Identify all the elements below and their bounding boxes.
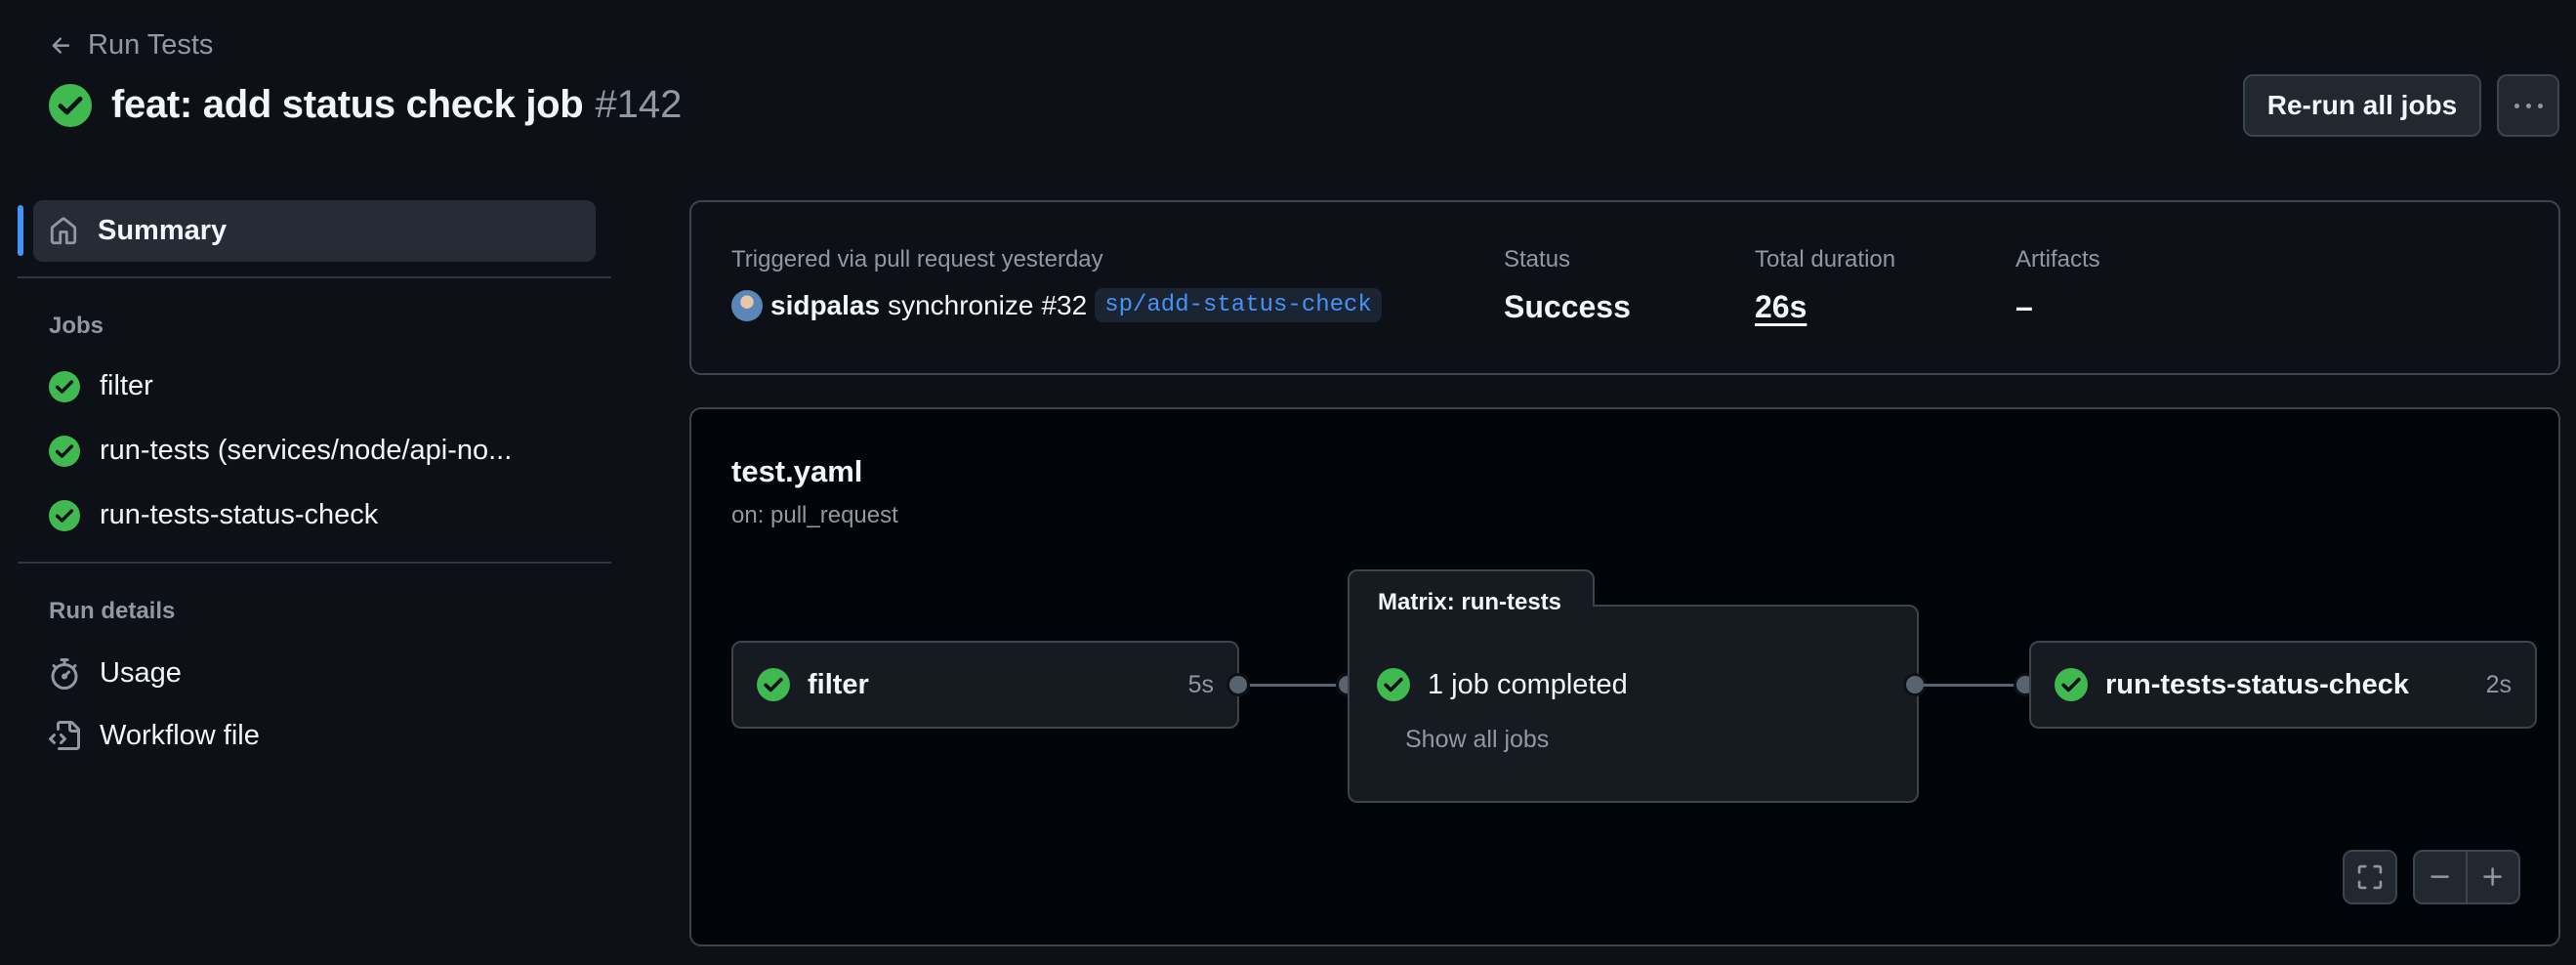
sidebar-job-label: run-tests (services/node/api-no... [100, 435, 513, 466]
artifacts-value: – [2015, 289, 2033, 324]
job-node-filter[interactable]: filter 5s [731, 641, 1239, 729]
sidebar-item-workflow-file[interactable]: Workflow file [49, 720, 260, 752]
success-check-icon [757, 668, 790, 701]
fullscreen-icon [2356, 863, 2384, 891]
arrow-left-icon [49, 33, 74, 59]
show-all-jobs-link[interactable]: Show all jobs [1405, 726, 1549, 754]
zoom-in-button[interactable] [2466, 850, 2520, 904]
sidebar-item-label: Workflow file [100, 720, 260, 751]
branch-chip[interactable]: sp/add-status-check [1095, 288, 1382, 322]
success-check-icon [1377, 668, 1410, 701]
sidebar-job-run-tests[interactable]: run-tests (services/node/api-no... [49, 435, 512, 467]
duration-value[interactable]: 26s [1755, 289, 1807, 325]
run-number: #142 [595, 83, 683, 126]
page-title-row: feat: add status check job #142 [49, 83, 682, 127]
trigger-action: synchronize [888, 289, 1034, 320]
job-node-name: filter [808, 668, 869, 700]
sidebar-item-label: Usage [100, 657, 182, 689]
trigger-label: Triggered via pull request yesterday [731, 246, 1103, 273]
sidebar-job-run-tests-status-check[interactable]: run-tests-status-check [49, 499, 378, 531]
success-check-icon [2055, 668, 2088, 701]
job-node-name: run-tests-status-check [2105, 668, 2410, 700]
actor-link[interactable]: sidpalas [770, 290, 880, 321]
stopwatch-icon [49, 657, 80, 690]
sidebar-item-summary-label: Summary [98, 215, 228, 246]
success-check-icon [49, 499, 80, 531]
fullscreen-button[interactable] [2343, 850, 2397, 904]
run-summary-card: Triggered via pull request yesterday sid… [689, 200, 2560, 375]
plus-icon [2480, 864, 2506, 890]
workflow-graph-card: test.yaml on: pull_request filter 5s Mat… [689, 407, 2560, 946]
more-options-button[interactable] [2497, 74, 2559, 137]
dash-icon [2428, 864, 2453, 890]
workflow-trigger: on: pull_request [731, 502, 898, 528]
artifacts-label: Artifacts [2015, 246, 2100, 273]
success-check-icon [49, 370, 80, 402]
job-node-duration: 5s [1187, 670, 1214, 698]
workflow-name: test.yaml [731, 454, 863, 488]
matrix-summary[interactable]: 1 job completed [1377, 668, 1628, 701]
success-check-icon [49, 83, 92, 127]
edge-connector [1250, 684, 1348, 687]
sidebar-job-label: filter [100, 370, 153, 401]
sidebar-item-usage[interactable]: Usage [49, 657, 182, 690]
active-nav-indicator [18, 205, 23, 256]
matrix-tab-label: Matrix: run-tests [1378, 589, 1562, 615]
sidebar-item-summary[interactable]: Summary [33, 200, 596, 262]
sidebar-divider [18, 562, 611, 564]
matrix-summary-label: 1 job completed [1428, 668, 1628, 700]
status-label: Status [1504, 246, 1571, 273]
sidebar-divider [18, 276, 611, 278]
back-link-label: Run Tests [88, 29, 214, 61]
rerun-all-jobs-button[interactable]: Re-run all jobs [2243, 74, 2481, 137]
job-node-run-tests-status-check[interactable]: run-tests-status-check 2s [2029, 641, 2537, 729]
jobs-heading: Jobs [49, 313, 104, 339]
avatar[interactable] [731, 289, 763, 321]
trigger-details: sidpalas synchronize #32 sp/add-status-c… [731, 288, 1382, 322]
status-value: Success [1504, 289, 1631, 324]
file-code-icon [49, 720, 80, 752]
run-details-heading: Run details [49, 598, 176, 624]
home-icon [49, 217, 78, 246]
zoom-out-button[interactable] [2413, 850, 2468, 904]
duration-label: Total duration [1755, 246, 1896, 273]
job-node-duration: 2s [2485, 670, 2512, 698]
back-link[interactable]: Run Tests [49, 29, 213, 62]
page-title: feat: add status check job [111, 83, 584, 126]
connector-port [1226, 673, 1250, 696]
kebab-horizontal-icon [2514, 103, 2543, 108]
sidebar-job-filter[interactable]: filter [49, 370, 153, 402]
sidebar-job-label: run-tests-status-check [100, 499, 379, 530]
success-check-icon [49, 435, 80, 467]
pr-link[interactable]: #32 [1041, 290, 1087, 321]
edge-connector [1924, 684, 2021, 687]
